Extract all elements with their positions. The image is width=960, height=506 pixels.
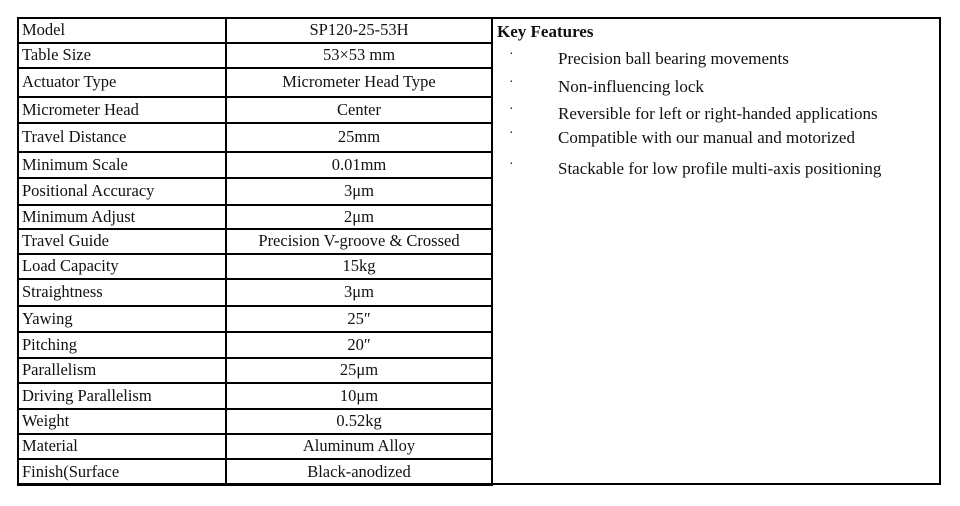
spec-value: 25mm [225, 122, 493, 153]
spec-value: Aluminum Alloy [225, 433, 493, 460]
bullet-icon: · [509, 157, 514, 172]
spec-row: Finish(Surface Black-anodized [17, 458, 493, 486]
spec-value: 2μm [225, 204, 493, 230]
spec-label: Material [17, 433, 227, 460]
spec-value: 10μm [225, 382, 493, 410]
spec-value: 15kg [225, 253, 493, 280]
spec-value: 53×53 mm [225, 42, 493, 69]
spec-label: Table Size [17, 42, 227, 69]
spec-label: Travel Distance [17, 122, 227, 153]
spec-label: Micrometer Head [17, 96, 227, 124]
bullet-icon: · [509, 47, 514, 62]
spec-row: Pitching 20″ [17, 331, 493, 359]
spec-row: Positional Accuracy 3μm [17, 177, 493, 206]
spec-value: 20″ [225, 331, 493, 359]
spec-row: Travel Guide Precision V-groove & Crossed [17, 228, 493, 255]
spec-row: Parallelism 25μm [17, 357, 493, 384]
spec-label: Finish(Surface [17, 458, 227, 486]
spec-value: 3μm [225, 177, 493, 206]
spec-value: 0.52kg [225, 408, 493, 435]
specifications-table: Model SP120-25-53H Table Size 53×53 mm Actua… [17, 17, 493, 486]
feature-text: Reversible for left or right-handed appl… [558, 104, 878, 123]
spec-label: Positional Accuracy [17, 177, 227, 206]
spec-value: Black-anodized [225, 458, 493, 486]
bullet-icon: · [509, 126, 514, 141]
spec-row: Actuator Type Micrometer Head Type [17, 67, 493, 98]
spec-label: Yawing [17, 305, 227, 333]
feature-text: Stackable for low profile multi-axis pos… [558, 159, 882, 178]
spec-label: Minimum Adjust [17, 204, 227, 230]
feature-text: Non-influencing lock [558, 77, 704, 96]
spec-value: 0.01mm [225, 151, 493, 179]
spec-value: Precision V-groove & Crossed [225, 228, 493, 255]
spec-row: Travel Distance 25mm [17, 122, 493, 153]
spec-value: Center [225, 96, 493, 124]
spec-row: Model SP120-25-53H [17, 17, 493, 44]
spec-value: 25μm [225, 357, 493, 384]
bullet-icon: · [509, 75, 514, 90]
spec-label: Minimum Scale [17, 151, 227, 179]
spec-row: Minimum Scale 0.01mm [17, 151, 493, 179]
spec-row: Minimum Adjust 2μm [17, 204, 493, 230]
spec-row: Table Size 53×53 mm [17, 42, 493, 69]
spec-label: Parallelism [17, 357, 227, 384]
feature-text: Compatible with our manual and motorized [558, 128, 855, 147]
spec-value: 3μm [225, 278, 493, 307]
spec-row: Load Capacity 15kg [17, 253, 493, 280]
spec-row: Micrometer Head Center [17, 96, 493, 124]
spec-label: Actuator Type [17, 67, 227, 98]
spec-label: Pitching [17, 331, 227, 359]
spec-row: Straightness 3μm [17, 278, 493, 307]
spec-label: Straightness [17, 278, 227, 307]
spec-label: Load Capacity [17, 253, 227, 280]
bullet-icon: · [509, 102, 514, 117]
spec-value: 25″ [225, 305, 493, 333]
spec-label: Model [17, 17, 227, 44]
spec-label: Weight [17, 408, 227, 435]
spec-value: Micrometer Head Type [225, 67, 493, 98]
key-features-title: Key Features [497, 22, 594, 41]
spec-label: Driving Parallelism [17, 382, 227, 410]
spec-row: Material Aluminum Alloy [17, 433, 493, 460]
spec-row: Yawing 25″ [17, 305, 493, 333]
spec-row: Driving Parallelism 10μm [17, 382, 493, 410]
spec-label: Travel Guide [17, 228, 227, 255]
spec-value: SP120-25-53H [225, 17, 493, 44]
feature-text: Precision ball bearing movements [558, 49, 789, 68]
spec-row: Weight 0.52kg [17, 408, 493, 435]
